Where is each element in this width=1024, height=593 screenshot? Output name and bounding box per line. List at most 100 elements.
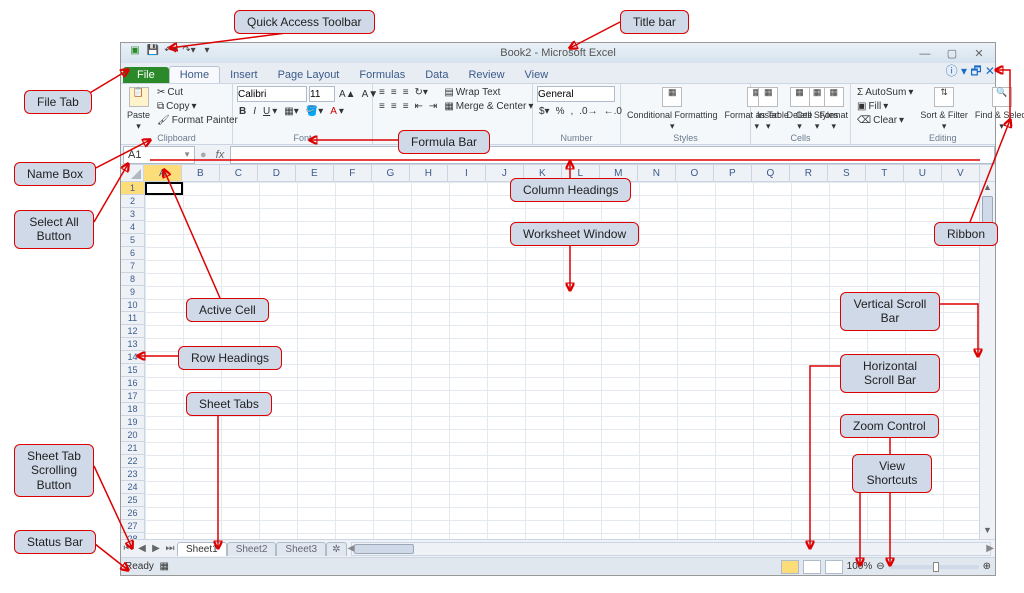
col-header-I[interactable]: I (448, 165, 486, 181)
col-header-B[interactable]: B (182, 165, 220, 181)
name-box[interactable]: A1▼ (123, 146, 195, 164)
row-header-22[interactable]: 22 (121, 455, 144, 468)
formula-input[interactable] (230, 146, 995, 164)
undo-icon[interactable]: ↶▾ (164, 43, 178, 57)
align-center-button[interactable]: ≡ (389, 100, 399, 113)
row-header-3[interactable]: 3 (121, 208, 144, 221)
col-header-V[interactable]: V (942, 165, 980, 181)
tab-review[interactable]: Review (458, 67, 514, 83)
zoom-out-button[interactable]: ⊖ (876, 561, 884, 572)
row-header-17[interactable]: 17 (121, 390, 144, 403)
view-pagelayout-button[interactable] (803, 560, 821, 574)
row-header-8[interactable]: 8 (121, 273, 144, 286)
row-header-18[interactable]: 18 (121, 403, 144, 416)
cancel-icon[interactable]: ● (197, 149, 210, 161)
col-header-H[interactable]: H (410, 165, 448, 181)
col-header-S[interactable]: S (828, 165, 866, 181)
cut-button[interactable]: ✂ Cut (155, 86, 240, 99)
col-header-F[interactable]: F (334, 165, 372, 181)
row-header-14[interactable]: 14 (121, 351, 144, 364)
row-header-21[interactable]: 21 (121, 442, 144, 455)
row-header-4[interactable]: 4 (121, 221, 144, 234)
bold-button[interactable]: B (237, 105, 248, 118)
minimize-button[interactable]: — (913, 48, 937, 60)
row-header-26[interactable]: 26 (121, 507, 144, 520)
col-header-P[interactable]: P (714, 165, 752, 181)
row-header-23[interactable]: 23 (121, 468, 144, 481)
sort-filter-button[interactable]: ⇅Sort & Filter▾ (918, 86, 970, 132)
row-header-13[interactable]: 13 (121, 338, 144, 351)
col-header-T[interactable]: T (866, 165, 904, 181)
increase-font-button[interactable]: A▲ (337, 86, 358, 102)
zoom-slider[interactable] (889, 565, 979, 569)
sheet-tab-1[interactable]: Sheet1 (177, 542, 227, 556)
indent-inc-button[interactable]: ⇥ (427, 100, 439, 113)
format-cells-button[interactable]: ▦Format▾ (818, 86, 851, 132)
orientation-button[interactable]: ↻▾ (413, 86, 430, 99)
row-headings[interactable]: 1234567891011121314151617181920212223242… (121, 182, 145, 539)
copy-button[interactable]: ⧉ Copy ▾ (155, 100, 240, 113)
wrap-text-button[interactable]: ▤ Wrap Text (442, 86, 535, 99)
autosum-button[interactable]: Σ AutoSum ▾ (855, 86, 915, 99)
tab-page-layout[interactable]: Page Layout (268, 67, 350, 83)
percent-button[interactable]: % (554, 105, 567, 118)
align-mid-button[interactable]: ≡ (389, 86, 399, 99)
row-header-5[interactable]: 5 (121, 234, 144, 247)
format-painter-button[interactable]: 🖌 Format Painter (155, 114, 240, 127)
sheet-tab-2[interactable]: Sheet2 (227, 542, 277, 556)
view-pagebreak-button[interactable] (825, 560, 843, 574)
row-header-7[interactable]: 7 (121, 260, 144, 273)
col-header-G[interactable]: G (372, 165, 410, 181)
row-header-10[interactable]: 10 (121, 299, 144, 312)
row-header-24[interactable]: 24 (121, 481, 144, 494)
col-header-A[interactable]: A (144, 165, 182, 181)
save-icon[interactable]: 💾 (146, 43, 160, 57)
font-size-combo[interactable] (309, 86, 335, 102)
tab-insert[interactable]: Insert (220, 67, 268, 83)
col-header-U[interactable]: U (904, 165, 942, 181)
view-normal-button[interactable] (781, 560, 799, 574)
select-all-button[interactable] (121, 165, 144, 182)
excel-icon[interactable]: ▣ (128, 43, 142, 57)
tab-home[interactable]: Home (169, 66, 220, 83)
row-header-11[interactable]: 11 (121, 312, 144, 325)
sheet-nav-next[interactable]: ▶ (149, 543, 163, 554)
comma-button[interactable]: , (569, 105, 576, 118)
sheet-nav-last[interactable]: ⏭ (163, 543, 177, 554)
col-header-Q[interactable]: Q (752, 165, 790, 181)
conditional-formatting-button[interactable]: ▦Conditional Formatting▾ (625, 86, 720, 132)
maximize-button[interactable]: ▢ (940, 47, 964, 60)
align-left-button[interactable]: ≡ (377, 100, 387, 113)
row-header-27[interactable]: 27 (121, 520, 144, 533)
col-header-D[interactable]: D (258, 165, 296, 181)
row-header-6[interactable]: 6 (121, 247, 144, 260)
col-header-E[interactable]: E (296, 165, 334, 181)
font-color-button[interactable]: A▾ (328, 105, 346, 118)
horizontal-scrollbar[interactable]: ◀▶ (351, 542, 992, 556)
border-button[interactable]: ▦▾ (282, 105, 300, 118)
row-header-12[interactable]: 12 (121, 325, 144, 338)
col-header-O[interactable]: O (676, 165, 714, 181)
clear-button[interactable]: ⌫ Clear ▾ (855, 114, 915, 127)
indent-dec-button[interactable]: ⇤ (413, 100, 425, 113)
redo-icon[interactable]: ↷▾ (182, 43, 196, 57)
tab-view[interactable]: View (515, 67, 559, 83)
row-header-25[interactable]: 25 (121, 494, 144, 507)
tab-formulas[interactable]: Formulas (349, 67, 415, 83)
currency-button[interactable]: $▾ (537, 105, 552, 118)
zoom-in-button[interactable]: ⊕ (983, 561, 991, 572)
sheet-tab-3[interactable]: Sheet3 (276, 542, 326, 556)
underline-button[interactable]: U▾ (261, 105, 279, 118)
help-icon[interactable]: ⓘ ▾ 🗗 ✕ (946, 62, 995, 83)
row-header-19[interactable]: 19 (121, 416, 144, 429)
align-bot-button[interactable]: ≡ (401, 86, 411, 99)
paste-button[interactable]: 📋Paste▾ (125, 86, 152, 132)
tab-file[interactable]: File (123, 67, 169, 83)
fill-color-button[interactable]: 🪣▾ (304, 105, 325, 118)
row-header-1[interactable]: 1 (121, 182, 144, 195)
insert-cells-button[interactable]: ▦Insert▾ (755, 86, 782, 132)
qat-customize-icon[interactable]: ▾ (200, 43, 214, 57)
col-header-N[interactable]: N (638, 165, 676, 181)
row-header-15[interactable]: 15 (121, 364, 144, 377)
align-right-button[interactable]: ≡ (401, 100, 411, 113)
